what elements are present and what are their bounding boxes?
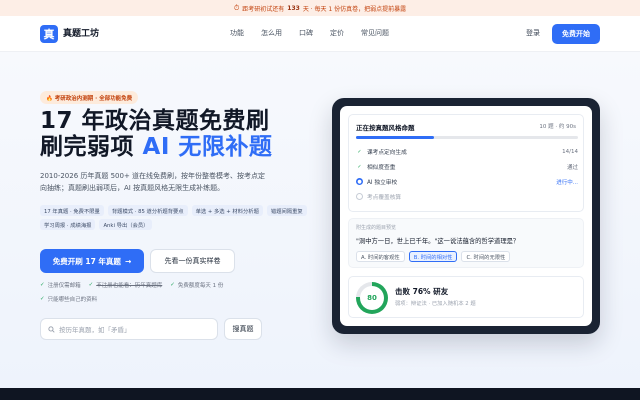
search-icon <box>48 325 55 333</box>
start-practice-label: 免费开刷 17 年真题 <box>52 256 121 266</box>
banner-days: 133 <box>287 4 300 12</box>
step-row: ✓ 课考点定向生成 14/14 <box>356 144 578 159</box>
pending-circle-icon <box>356 193 363 200</box>
benefit-checks: ✓ 注册仅需邮箱 ✓ 不注册也能看：历年真题库 ✓ 免费额度每天 1 份 ✓ 只能哪些自… <box>40 281 223 309</box>
result-card: 80 击败 76% 研友 弱项：辩证法 · 已加入随机本 2 题 <box>348 276 584 318</box>
nav-link-how[interactable]: 怎么用 <box>261 28 282 38</box>
hero-description: 2010-2026 历年真题 500+ 道在线免费刷，按年份整卷模考、按考点定向… <box>40 172 266 192</box>
check-icon: ✓ <box>357 148 362 155</box>
hero-title-line2-a: 刷完弱项 <box>40 134 143 160</box>
check-item[interactable]: ✓ 不注册也能看：历年真题库 <box>89 281 163 289</box>
check-icon: ✓ <box>40 282 45 288</box>
feature-pill: 背题模式 · 85 道分析题背要点 <box>107 205 188 216</box>
nav-link-features[interactable]: 功能 <box>230 28 244 38</box>
check-item: ✓ 注册仅需邮箱 <box>40 282 81 289</box>
banner-suffix: 天 · 每天 1 份仿真卷，把弱点提前暴露 <box>302 5 407 13</box>
search-placeholder: 按历年真题，如「矛盾」 <box>59 326 131 334</box>
answer-option[interactable]: B. 时间的相对性 <box>408 251 458 262</box>
result-subtitle: 弱项：辩证法 · 已加入随机本 2 题 <box>395 301 476 307</box>
nav-link-faq[interactable]: 常见问题 <box>361 28 389 38</box>
step-status: 通过 <box>566 164 578 171</box>
navbar: 真 真题工坊 功能 怎么用 口碑 定价 常见问题 登录 免费开始 <box>0 16 640 52</box>
active-dot-icon: ● <box>356 178 363 185</box>
nav-link-reviews[interactable]: 口碑 <box>299 28 313 38</box>
question-text: "洞中方一日，世上已千年。"这一说法蕴含的哲学道理是？ <box>356 238 520 245</box>
nav-link-pricing[interactable]: 定价 <box>330 28 344 38</box>
result-title: 击败 76% 研友 <box>395 287 449 296</box>
check-icon: ✓ <box>88 282 94 288</box>
promo-tag: 🔥 考研政治内测期 · 全部功能免费 <box>40 91 139 104</box>
footer-strip <box>0 388 640 400</box>
generation-meta: 10 题 · 约 90s <box>539 124 576 130</box>
timer-icon: ⏱ <box>233 3 240 12</box>
start-free-button[interactable]: 免费开始 <box>552 24 600 44</box>
arrow-right-icon: → <box>124 256 132 266</box>
hero-title-line2-b: AI 无限补题 <box>142 134 273 160</box>
feature-pill: 学习周报 · 成绩海报 <box>40 219 96 230</box>
step-label: 相似度查重 <box>367 165 396 171</box>
step-row: ✓ 相似度查重 通过 <box>356 159 578 174</box>
option-list: A. 时间的客观性 B. 时间的相对性 C. 时间的无限性 <box>356 251 511 262</box>
feature-pill: 17 年真题 · 免费不限量 <box>40 205 104 216</box>
question-preview-card: 附生成的题目预览 "洞中方一日，世上已千年。"这一说法蕴含的哲学道理是？ A. … <box>348 218 584 268</box>
score-ring: 80 <box>356 282 388 314</box>
check-icon: ✓ <box>170 282 175 288</box>
top-banner: ⏱ 距考研初试还有 133 天 · 每天 1 份仿真卷，把弱点提前暴露 <box>0 0 640 16</box>
search-input[interactable]: 按历年真题，如「矛盾」 <box>40 318 218 340</box>
check-icon: ✓ <box>40 296 45 302</box>
generation-card: 正在按真题风格命题 10 题 · 约 90s ✓ 课考点定向生成 14/14 ✓ 相似度… <box>348 114 584 212</box>
generation-title: 正在按真题风格命题 <box>356 124 415 132</box>
check-item: ✓ 只能哪些自己的资料 <box>40 296 98 303</box>
step-row: 考点覆盖核算 <box>356 189 578 204</box>
check-item: ✓ 免费额度每天 1 份 <box>170 282 224 289</box>
step-status: 14/14 <box>562 148 578 155</box>
feature-pills: 17 年真题 · 免费不限量 背题模式 · 85 道分析题背要点 单选 + 多选… <box>40 205 310 230</box>
hero-title: 17 年政治真题免费刷 刷完弱项 AI 无限补题 <box>40 108 272 160</box>
question-caption: 附生成的题目预览 <box>356 225 397 231</box>
step-label: AI 独立审校 <box>367 180 398 186</box>
check-icon: ✓ <box>357 163 362 170</box>
step-label: 考点覆盖核算 <box>367 195 402 201</box>
score-value: 80 <box>360 286 384 310</box>
nav-links: 功能 怎么用 口碑 定价 常见问题 <box>230 28 389 38</box>
feature-pill: Anki 导出（会员） <box>99 219 153 230</box>
step-label: 课考点定向生成 <box>367 150 407 156</box>
logo-icon[interactable]: 真 <box>40 25 58 43</box>
progress-bar <box>356 136 578 139</box>
feature-pill: 错题间隔重复 <box>266 205 307 216</box>
start-practice-button[interactable]: 免费开刷 17 年真题 → <box>40 249 144 273</box>
search-button[interactable]: 搜真题 <box>224 318 262 340</box>
answer-option[interactable]: C. 时间的无限性 <box>461 251 511 262</box>
step-row: ● AI 独立审校 进行中... <box>356 174 578 189</box>
feature-pill: 单选 + 多选 + 材料分析题 <box>191 205 263 216</box>
device-screen: 正在按真题风格命题 10 题 · 约 90s ✓ 课考点定向生成 14/14 ✓ 相似度… <box>340 106 592 326</box>
progress-fill <box>356 136 434 139</box>
sample-paper-button[interactable]: 先看一份真实样卷 <box>150 249 235 273</box>
answer-option[interactable]: A. 时间的客观性 <box>356 251 405 262</box>
login-link[interactable]: 登录 <box>526 28 540 38</box>
step-list: ✓ 课考点定向生成 14/14 ✓ 相似度查重 通过 ● AI 独立审校 进行中... 考点覆盖核… <box>356 144 578 204</box>
banner-prefix: 距考研初试还有 <box>242 5 285 13</box>
hero-title-line2: 刷完弱项 AI 无限补题 <box>40 134 272 160</box>
step-status: 进行中... <box>556 179 578 186</box>
hero-title-line1: 17 年政治真题免费刷 <box>40 108 270 134</box>
logo-text[interactable]: 真题工坊 <box>63 26 99 39</box>
